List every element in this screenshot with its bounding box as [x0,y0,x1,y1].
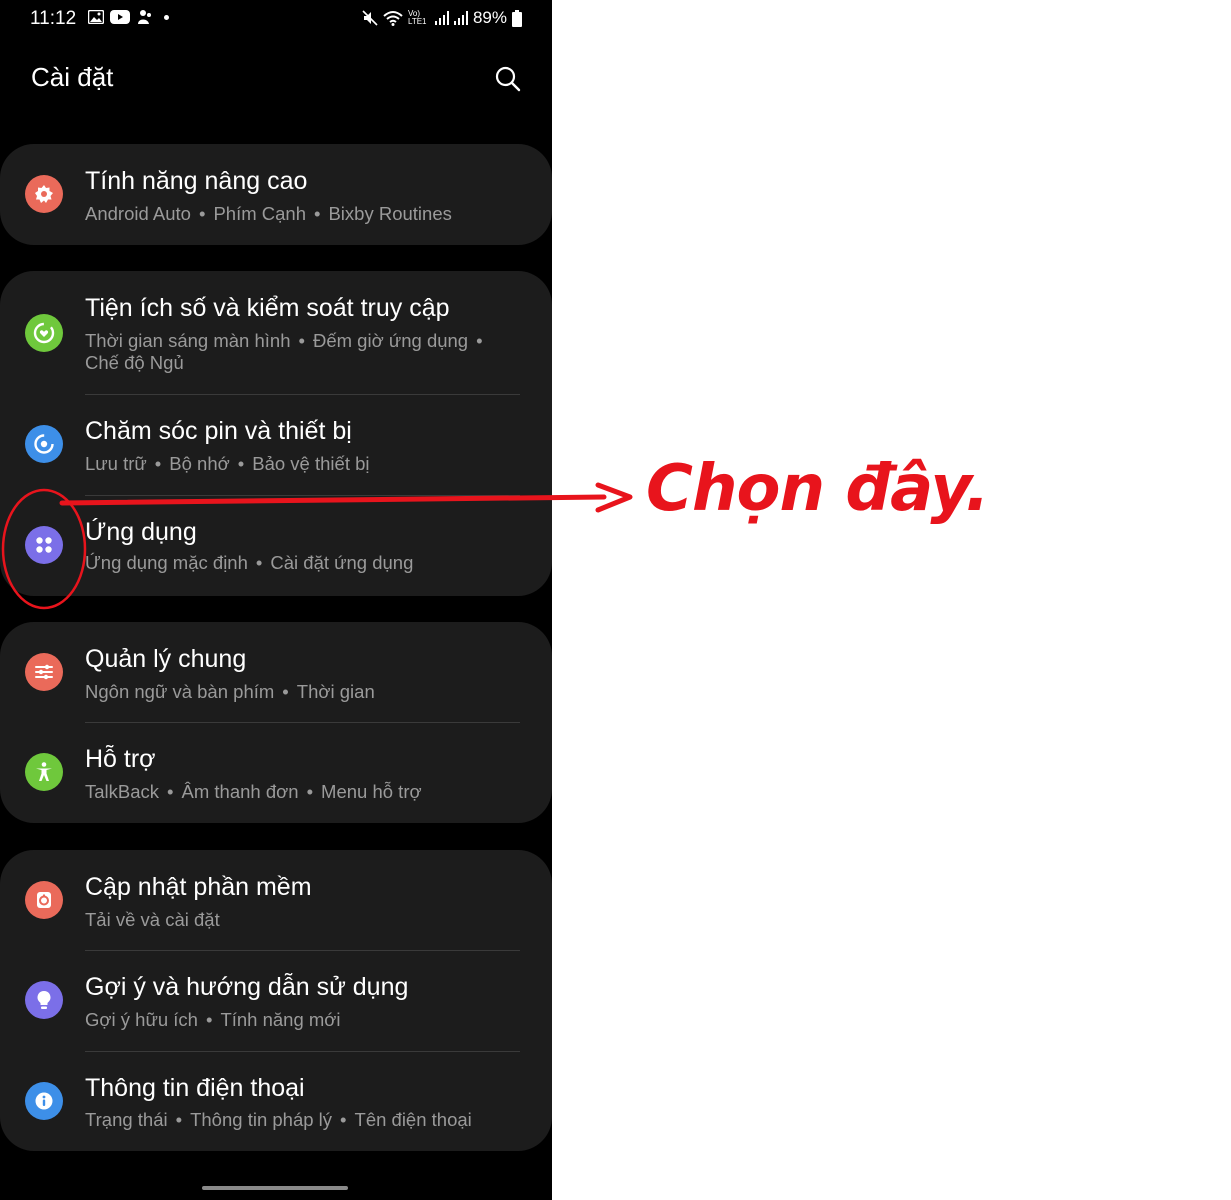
status-bar: 11:12 Vo) LTE1 89% [0,0,552,40]
page-title: Cài đặt [31,62,114,92]
settings-item-tips[interactable]: Gợi ý và hướng dẫn sử dụng Gợi ý hữu ích… [0,951,552,1051]
battery-percent: 89% [472,8,507,27]
settings-group-2: Tiện ích số và kiểm soát truy cập Thời g… [0,271,552,596]
apps-icon [25,526,63,564]
network-label: Vo) LTE1 [407,9,427,26]
item-subtitle: Tải về và cài đặt [85,909,220,930]
settings-item-device-care[interactable]: Chăm sóc pin và thiết bị Lưu trữ • Bộ nhớ •… [0,395,552,495]
digital-wellbeing-icon [25,314,63,352]
search-icon [495,66,521,92]
game-icon [138,10,151,24]
software-update-icon [25,881,63,919]
phone-screen: 11:12 Vo) LTE1 89% Cài đặt Tính năng nân… [0,0,552,1200]
item-subtitle: Ứng dụng mặc định • Cài đặt ứng dụng [85,552,414,573]
settings-group-4: Cập nhật phần mềm Tải về và cài đặt Gợi … [0,850,552,1151]
item-subtitle: Gợi ý hữu ích • Tính năng mới [85,1009,341,1030]
settings-group-1: Tính năng nâng cao Android Auto • Phím Cạn… [0,144,552,245]
item-subtitle: Thời gian sáng màn hình • Đếm giờ ứng dụng… [85,330,483,373]
notification-icons [88,9,169,25]
item-title: Hỗ trợ [85,745,156,773]
item-subtitle: Trạng thái • Thông tin pháp lý • Tên điện th… [85,1109,472,1130]
accessibility-icon [25,753,63,791]
search-button[interactable] [493,64,523,94]
item-title: Tính năng nâng cao [85,167,308,195]
advanced-features-icon [25,175,63,213]
item-title: Ứng dụng [85,518,197,546]
settings-item-accessibility[interactable]: Hỗ trợ TalkBack • Âm thanh đơn • Menu hỗ trợ [0,723,552,823]
general-management-icon [25,653,63,691]
signal-icon-2 [453,11,468,25]
about-phone-icon [25,1082,63,1120]
settings-item-general-management[interactable]: Quản lý chung Ngôn ngữ và bàn phím • Thời … [0,622,552,722]
item-title: Thông tin điện thoại [85,1074,305,1102]
wifi-icon [383,11,403,26]
settings-item-about-phone[interactable]: Thông tin điện thoại Trạng thái • Thông ti… [0,1052,552,1151]
battery-icon [512,9,522,27]
arrow-head [595,482,633,513]
settings-item-digital-wellbeing[interactable]: Tiện ích số và kiểm soát truy cập Thời g… [0,271,552,394]
item-title: Chăm sóc pin và thiết bị [85,417,352,445]
device-care-icon [25,425,63,463]
item-subtitle: Ngôn ngữ và bàn phím • Thời gian [85,681,375,702]
mute-icon [362,10,378,26]
item-title: Gợi ý và hướng dẫn sử dụng [85,973,409,1001]
settings-item-apps[interactable]: Ứng dụng Ứng dụng mặc định • Cài đặt ứng d… [0,496,552,596]
gesture-navigation-bar[interactable] [202,1186,348,1190]
status-time: 11:12 [30,8,77,29]
status-right: Vo) LTE1 89% [362,8,522,28]
item-title: Tiện ích số và kiểm soát truy cập [85,294,450,322]
item-title: Quản lý chung [85,645,247,673]
signal-icon [434,11,449,25]
settings-item-software-update[interactable]: Cập nhật phần mềm Tải về và cài đặt [0,850,552,950]
tips-icon [25,981,63,1019]
item-subtitle: TalkBack • Âm thanh đơn • Menu hỗ trợ [85,781,422,802]
settings-item-advanced-features[interactable]: Tính năng nâng cao Android Auto • Phím Cạn… [0,144,552,245]
youtube-icon [110,10,130,24]
item-subtitle: Android Auto • Phím Cạnh • Bixby Routines [85,203,452,224]
item-title: Cập nhật phần mềm [85,873,312,901]
more-notifications-dot [164,14,169,20]
gallery-icon [88,10,104,24]
annotation-label: Chọn đây. [646,452,990,526]
item-subtitle: Lưu trữ • Bộ nhớ • Bảo vệ thiết bị [85,453,370,474]
settings-group-3: Quản lý chung Ngôn ngữ và bàn phím • Thời … [0,622,552,823]
